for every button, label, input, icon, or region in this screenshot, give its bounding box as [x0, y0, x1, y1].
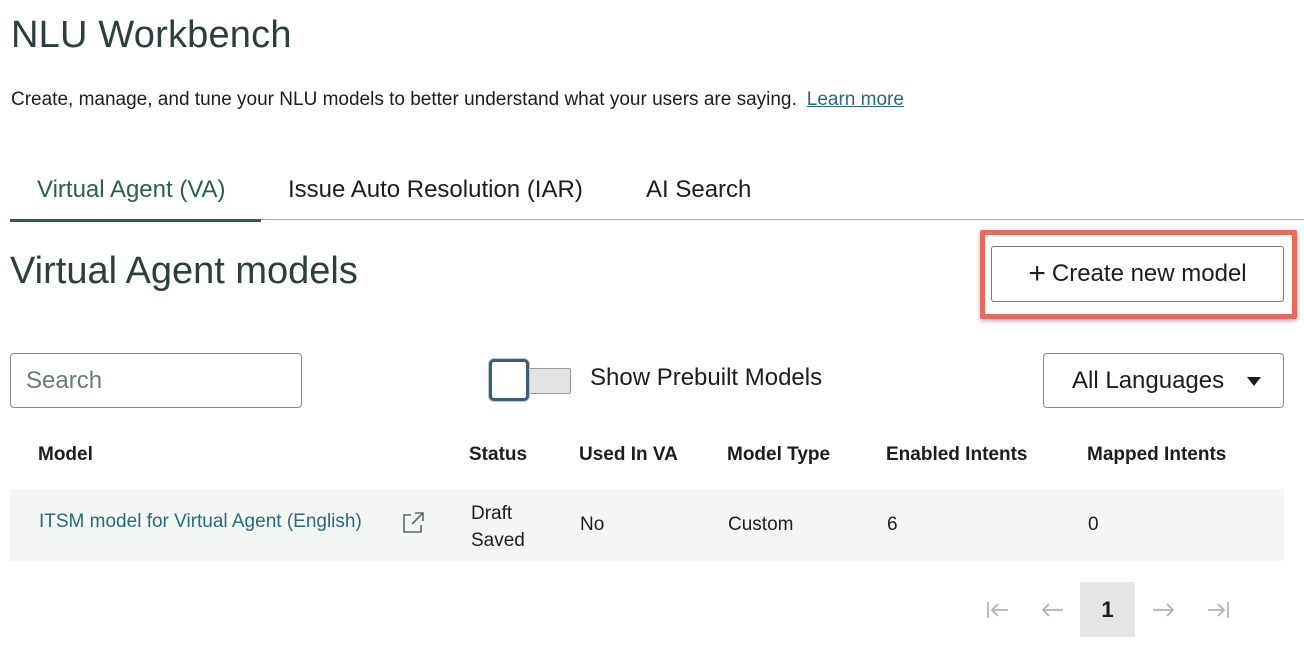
caret-down-icon — [1247, 377, 1261, 386]
first-page-icon — [986, 601, 1008, 618]
arrow-right-icon — [1152, 602, 1174, 617]
toggle-knob — [489, 359, 529, 401]
external-link-icon[interactable] — [400, 510, 426, 536]
table-header: Model Status Used In VA Model Type Enabl… — [10, 440, 1284, 474]
section-title: Virtual Agent models — [10, 250, 358, 292]
create-new-model-label: Create new model — [1051, 260, 1247, 287]
model-status: Draft Saved — [471, 503, 525, 551]
last-page-icon — [1207, 601, 1229, 618]
language-dropdown[interactable]: All Languages — [1043, 353, 1284, 408]
pagination: 1 — [970, 582, 1245, 637]
mapped-intents-value: 0 — [1088, 514, 1099, 535]
language-dropdown-value: All Languages — [1072, 366, 1225, 394]
column-header-status[interactable]: Status — [469, 444, 527, 466]
tab-issue-auto-resolution[interactable]: Issue Auto Resolution (IAR) — [261, 160, 619, 220]
column-header-model[interactable]: Model — [38, 444, 93, 466]
create-new-model-button[interactable]: + Create new model — [991, 246, 1284, 302]
tab-ai-search[interactable]: AI Search — [619, 160, 751, 220]
learn-more-link[interactable]: Learn more — [807, 89, 904, 110]
column-header-enabled-intents[interactable]: Enabled Intents — [886, 444, 1027, 466]
previous-page-button[interactable] — [1025, 582, 1080, 637]
search-input[interactable] — [10, 353, 302, 408]
model-type-value: Custom — [728, 514, 794, 535]
model-tabs: Virtual Agent (VA) Issue Auto Resolution… — [10, 160, 1304, 222]
page-title: NLU Workbench — [11, 14, 292, 56]
column-header-mapped-intents[interactable]: Mapped Intents — [1087, 444, 1226, 466]
page-description: Create, manage, and tune your NLU models… — [11, 89, 904, 111]
show-prebuilt-label: Show Prebuilt Models — [590, 364, 823, 391]
tab-virtual-agent[interactable]: Virtual Agent (VA) — [10, 160, 261, 222]
used-in-va-value: No — [580, 514, 605, 535]
last-page-button[interactable] — [1190, 582, 1245, 637]
model-name-link[interactable]: ITSM model for Virtual Agent (English) — [39, 511, 362, 533]
enabled-intents-value: 6 — [887, 514, 898, 535]
arrow-left-icon — [1041, 602, 1063, 617]
first-page-button[interactable] — [970, 582, 1025, 637]
current-page[interactable]: 1 — [1080, 582, 1135, 637]
column-header-model-type[interactable]: Model Type — [727, 444, 830, 466]
next-page-button[interactable] — [1135, 582, 1190, 637]
page-description-text: Create, manage, and tune your NLU models… — [11, 89, 797, 110]
plus-icon: + — [1028, 257, 1046, 290]
column-header-used-in-va[interactable]: Used In VA — [579, 444, 678, 466]
show-prebuilt-toggle[interactable] — [489, 359, 571, 401]
table-row: ITSM model for Virtual Agent (English) D… — [10, 489, 1284, 561]
